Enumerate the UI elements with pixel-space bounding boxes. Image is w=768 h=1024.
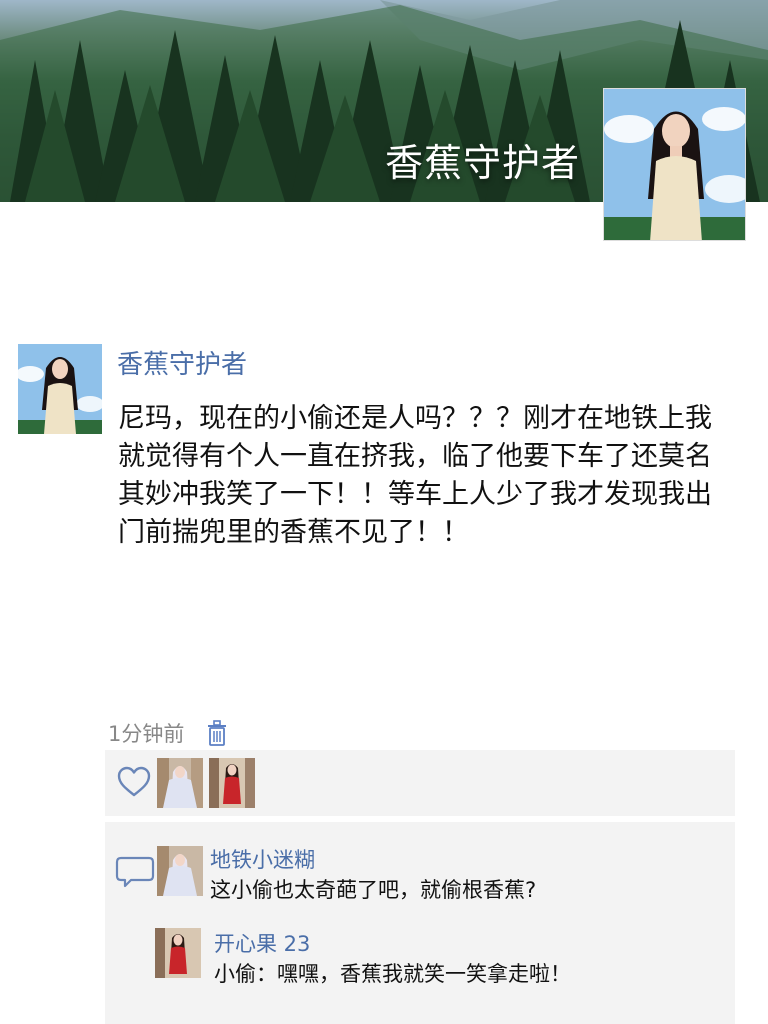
- avatar-photo: [157, 846, 203, 896]
- liker-avatar[interactable]: [157, 758, 203, 808]
- trash-icon[interactable]: [206, 719, 228, 747]
- avatar-photo: [18, 344, 102, 434]
- post-author-avatar[interactable]: [18, 344, 102, 434]
- avatar-photo: [155, 928, 201, 978]
- heart-icon[interactable]: [115, 764, 153, 800]
- comment-author-name[interactable]: 地铁小迷糊: [210, 844, 315, 874]
- comment-text: 这小偷也太奇葩了吧，就偷根香蕉?: [210, 878, 537, 902]
- comment-author-name[interactable]: 开心果 23: [214, 928, 310, 958]
- post-meta: 1分钟前: [108, 718, 228, 748]
- post-content: 尼玛，现在的小偷还是人吗？？？刚才在地铁上我就觉得有个人一直在挤我，临了他要下车…: [118, 403, 712, 548]
- comments-panel: 地铁小迷糊 这小偷也太奇葩了吧，就偷根香蕉? 开心果 23 小偷：嘿嘿，香蕉我就…: [105, 822, 735, 1024]
- cover-title: 香蕉守护者: [384, 141, 580, 185]
- comment-text: 小偷：嘿嘿，香蕉我就笑一笑拿走啦！: [214, 962, 571, 986]
- comment-icon[interactable]: [113, 852, 157, 892]
- post-time: 1分钟前: [108, 722, 185, 746]
- liker-avatar[interactable]: [209, 758, 255, 808]
- avatar-photo: [209, 758, 255, 808]
- avatar-photo: [157, 758, 203, 808]
- post-author-name[interactable]: 香蕉守护者: [117, 344, 247, 381]
- avatar-photo: [604, 89, 745, 240]
- likes-panel: [105, 750, 735, 816]
- comment-author-avatar[interactable]: [157, 846, 203, 896]
- comment-author-avatar[interactable]: [155, 928, 201, 978]
- profile-avatar[interactable]: [603, 88, 746, 241]
